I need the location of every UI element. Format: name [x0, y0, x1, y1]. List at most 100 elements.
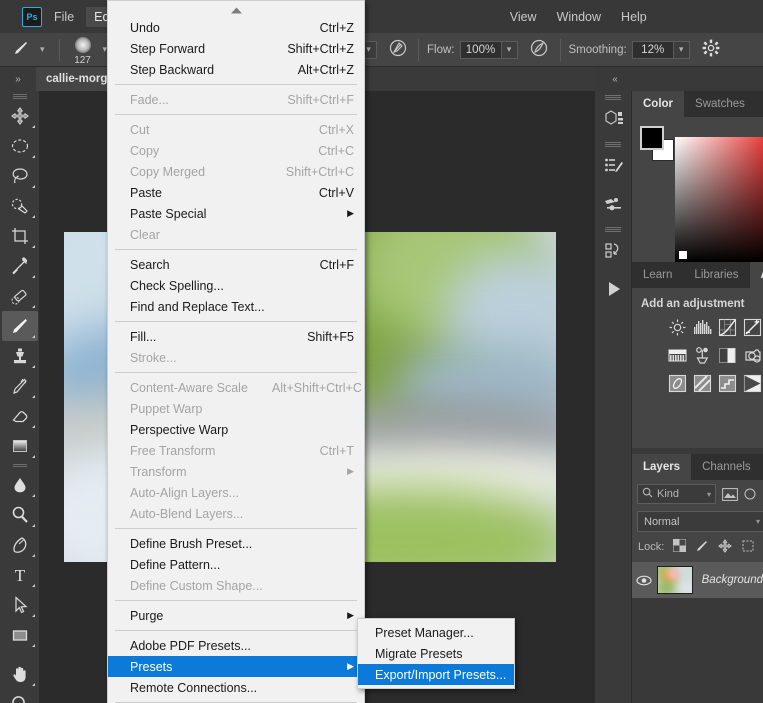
zoom-tool[interactable]	[2, 689, 38, 703]
tab-color[interactable]: Color	[632, 91, 685, 117]
hue-saturation-icon[interactable]	[693, 346, 712, 365]
exposure-icon[interactable]	[743, 318, 762, 337]
lock-artboard-icon[interactable]	[741, 539, 755, 556]
color-balance-icon[interactable]	[718, 346, 737, 365]
menu-item-check-spelling[interactable]: Check Spelling...	[108, 275, 364, 296]
lock-transparent-pixels-icon[interactable]	[672, 538, 687, 555]
brush-tool[interactable]	[2, 311, 38, 341]
flow-chevron-icon[interactable]: ▾	[501, 40, 518, 59]
toolbar-grip[interactable]	[0, 91, 39, 101]
menu-item-adobe-pdf-presets[interactable]: Adobe PDF Presets...	[108, 635, 364, 656]
document-tab[interactable]: callie-morg	[36, 67, 118, 91]
menu-item-fill[interactable]: Fill... Shift+F5	[108, 326, 364, 347]
menu-item-purge[interactable]: Purge ▶	[108, 605, 364, 626]
color-ramp[interactable]	[675, 137, 763, 262]
rail-grip-3[interactable]	[595, 223, 631, 232]
color-lookup-icon[interactable]	[718, 374, 737, 393]
smoothing-input[interactable]: 12%	[631, 40, 674, 59]
hand-tool[interactable]	[2, 659, 38, 689]
brush-presets-icon[interactable]	[595, 185, 632, 223]
menu-item-remote-connections[interactable]: Remote Connections...	[108, 677, 364, 698]
photo-filter-icon[interactable]	[668, 374, 687, 393]
tab-swatches[interactable]: Swatches	[684, 91, 756, 117]
chevron-down-icon[interactable]: ▾	[756, 517, 760, 526]
eraser-tool[interactable]	[2, 401, 38, 431]
menu-item-undo[interactable]: Undo Ctrl+Z	[108, 17, 364, 38]
actions-icon[interactable]	[595, 270, 632, 308]
menu-item-find-and-replace-text[interactable]: Find and Replace Text...	[108, 296, 364, 317]
history-icon[interactable]	[595, 232, 632, 270]
brush-size-preview[interactable]: 127	[68, 35, 98, 66]
menubar-item-window[interactable]: Window	[549, 7, 609, 27]
menu-item-define-brush-preset[interactable]: Define Brush Preset...	[108, 533, 364, 554]
black-white-icon[interactable]	[743, 346, 762, 365]
menu-item-search[interactable]: Search Ctrl+F	[108, 254, 364, 275]
submenu-item-migrate-presets[interactable]: Migrate Presets	[358, 643, 514, 664]
brush-settings-icon[interactable]	[595, 147, 632, 185]
dock-collapse-icon[interactable]: «	[595, 67, 635, 91]
spot-healing-brush-tool[interactable]	[2, 281, 38, 311]
gear-icon[interactable]	[699, 39, 723, 61]
blur-tool[interactable]	[2, 470, 38, 500]
history-brush-tool[interactable]	[2, 371, 38, 401]
tab-channels[interactable]: Channels	[691, 454, 762, 480]
tab-learn[interactable]: Learn	[632, 262, 683, 288]
brush-preset-chevron-icon[interactable]: ▾	[34, 44, 51, 55]
menubar-item-file[interactable]: File	[46, 7, 82, 27]
eyedropper-tool[interactable]	[2, 251, 38, 281]
curves-icon[interactable]	[718, 318, 737, 337]
layer-thumbnail[interactable]	[656, 566, 693, 594]
filter-type-image-icon[interactable]	[720, 485, 740, 503]
menu-item-paste-special[interactable]: Paste Special ▶	[108, 203, 364, 224]
flow-input[interactable]: 100%	[459, 40, 502, 59]
smoothing-chevron-icon[interactable]: ▾	[673, 40, 690, 59]
horizontal-type-tool[interactable]: T	[2, 560, 38, 590]
chevron-down-icon[interactable]: ▾	[707, 490, 711, 499]
clone-stamp-tool[interactable]	[2, 341, 38, 371]
menubar-item-view[interactable]: View	[502, 7, 545, 27]
table-row[interactable]: Background	[632, 562, 763, 598]
quick-selection-tool[interactable]	[2, 191, 38, 221]
lasso-tool[interactable]	[2, 161, 38, 191]
menu-item-perspective-warp[interactable]: Perspective Warp	[108, 419, 364, 440]
menu-item-presets[interactable]: Presets ▶	[108, 656, 364, 677]
3d-panel-icon[interactable]	[595, 100, 632, 138]
layer-name[interactable]: Background	[702, 574, 763, 586]
tab-layers[interactable]: Layers	[632, 454, 692, 480]
menu-item-step-backward[interactable]: Step Backward Alt+Ctrl+Z	[108, 59, 364, 80]
pen-tool[interactable]	[2, 530, 38, 560]
layer-filter-kind-select[interactable]: Kind ▾	[637, 484, 716, 504]
toolbar-collapse-icon[interactable]: »	[4, 67, 32, 91]
path-selection-tool[interactable]	[2, 590, 38, 620]
tab-libraries[interactable]: Libraries	[683, 262, 749, 288]
invert-icon[interactable]	[743, 374, 762, 393]
pressure-opacity-icon[interactable]	[386, 39, 410, 61]
submenu-item-export-import-presets[interactable]: Export/Import Presets...	[358, 664, 514, 685]
rail-grip-2[interactable]	[595, 138, 631, 147]
filter-type-adjustment-icon[interactable]	[744, 485, 758, 503]
elliptical-marquee-tool[interactable]	[2, 131, 38, 161]
dodge-tool[interactable]	[2, 500, 38, 530]
tab-adjustments[interactable]: Adj	[749, 262, 763, 288]
move-tool[interactable]	[2, 101, 38, 131]
rail-grip-1[interactable]	[595, 91, 631, 100]
brush-tool-preview-icon[interactable]	[8, 38, 34, 62]
levels-icon[interactable]	[693, 318, 712, 337]
color-panel-foreground-swatch[interactable]	[640, 126, 664, 150]
crop-tool[interactable]	[2, 221, 38, 251]
menubar-item-help[interactable]: Help	[613, 7, 655, 27]
blend-mode-select[interactable]: Normal ▾	[637, 511, 763, 532]
gradient-tool[interactable]	[2, 431, 38, 461]
submenu-item-preset-manager[interactable]: Preset Manager...	[358, 622, 514, 643]
menu-item-define-pattern[interactable]: Define Pattern...	[108, 554, 364, 575]
lock-image-pixels-icon[interactable]	[695, 539, 709, 556]
lock-position-icon[interactable]	[718, 538, 733, 556]
rectangle-tool[interactable]	[2, 620, 38, 650]
vibrance-icon[interactable]	[668, 346, 687, 365]
airbrush-icon[interactable]	[527, 39, 552, 61]
menu-item-step-forward[interactable]: Step Forward Shift+Ctrl+Z	[108, 38, 364, 59]
menu-scroll-up-icon[interactable]	[108, 3, 364, 17]
layer-visibility-icon[interactable]	[632, 575, 657, 586]
brightness-contrast-icon[interactable]	[668, 318, 687, 337]
menu-item-paste[interactable]: Paste Ctrl+V	[108, 182, 364, 203]
